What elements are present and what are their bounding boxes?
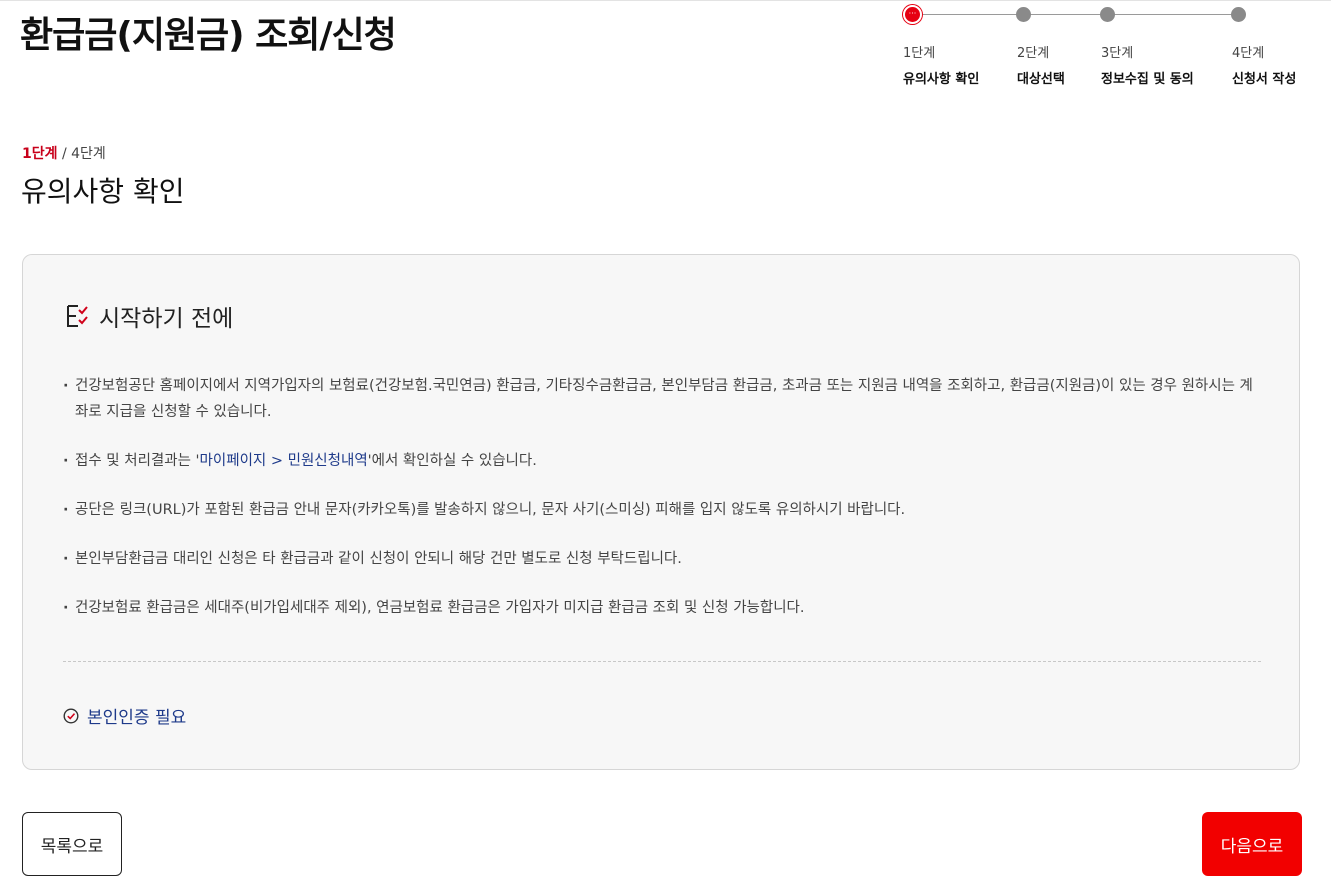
back-to-list-button[interactable]: 목록으로 <box>22 812 122 876</box>
notice-item: 건강보험료 환급금은 세대주(비가입세대주 제외), 연금보험료 환급금은 가입… <box>63 595 1263 621</box>
step-3-dot <box>1100 7 1115 22</box>
step-4-label: 신청서 작성 <box>1232 72 1297 87</box>
notice-heading: 시작하기 전에 <box>65 299 233 333</box>
mypage-link[interactable]: 마이페이지 > 민원신청내역 <box>200 453 368 469</box>
step-2-number: 2단계 <box>1017 46 1050 61</box>
step-1-label: 유의사항 확인 <box>903 72 980 87</box>
step-4-dot <box>1231 7 1246 22</box>
step-4-number: 4단계 <box>1232 46 1265 61</box>
check-circle-icon <box>63 707 79 724</box>
step-2-label: 대상선택 <box>1017 72 1065 87</box>
checklist-icon <box>65 302 91 330</box>
notice-item-text: 접수 및 처리결과는 ' <box>75 453 200 469</box>
notice-box: 시작하기 전에 건강보험공단 홈페이지에서 지역가입자의 보험료(건강보험.국민… <box>22 254 1300 770</box>
step-separator: / <box>57 146 72 162</box>
step-2-dot <box>1016 7 1031 22</box>
total-steps: 4단계 <box>71 146 106 162</box>
step-3-number: 3단계 <box>1101 46 1134 61</box>
notice-item: 접수 및 처리결과는 '마이페이지 > 민원신청내역'에서 확인하실 수 있습니… <box>63 448 1263 474</box>
auth-required-label: 본인인증 필요 <box>87 708 187 728</box>
next-button[interactable]: 다음으로 <box>1202 812 1302 876</box>
notice-item: 건강보험공단 홈페이지에서 지역가입자의 보험료(건강보험.국민연금) 환급금,… <box>63 373 1263 425</box>
stepper-line <box>912 14 1238 15</box>
step-3-label: 정보수집 및 동의 <box>1101 72 1194 87</box>
step-1-dot <box>903 5 922 24</box>
divider <box>63 661 1261 662</box>
section-title: 유의사항 확인 <box>21 175 185 208</box>
notice-list: 건강보험공단 홈페이지에서 지역가입자의 보험료(건강보험.국민연금) 환급금,… <box>63 373 1263 644</box>
progress-stepper: 1단계 2단계 3단계 4단계 유의사항 확인 대상선택 정보수집 및 동의 신… <box>0 0 1331 100</box>
notice-item: 공단은 링크(URL)가 포함된 환급금 안내 문자(카카오톡)를 발송하지 않… <box>63 497 1263 523</box>
notice-item-text: '에서 확인하실 수 있습니다. <box>367 453 537 469</box>
auth-required: 본인인증 필요 <box>63 703 186 728</box>
notice-item: 본인부담환급금 대리인 신청은 타 환급금과 같이 신청이 안되니 해당 건만 … <box>63 546 1263 572</box>
current-step: 1단계 <box>22 146 58 162</box>
notice-heading-text: 시작하기 전에 <box>99 306 234 332</box>
step-1-number: 1단계 <box>903 46 936 61</box>
step-indicator: 1단계 / 4단계 <box>22 143 106 163</box>
